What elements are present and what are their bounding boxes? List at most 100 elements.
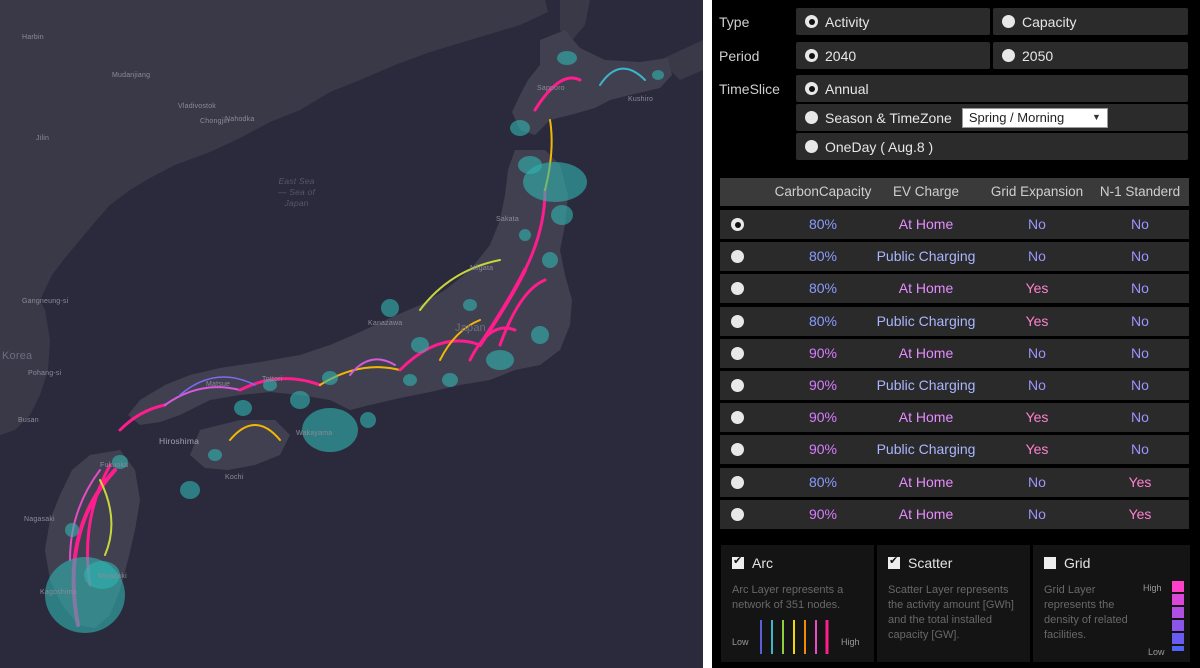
shikoku [190, 420, 290, 470]
scenario-ev-charge: At Home [898, 216, 954, 232]
radio-icon [1002, 49, 1015, 62]
radio-icon [731, 443, 744, 457]
scenario-n1-standard: Yes [1128, 505, 1152, 522]
map-view[interactable]: Harbin Vladivostok Mudanjiang Jilin Chongjin… [0, 0, 703, 668]
grid-layer-toggle[interactable]: Grid [1044, 555, 1090, 571]
scenario-row[interactable]: 90% Public Charging No No [720, 371, 1189, 400]
scenario-n1-standard: No [1131, 344, 1149, 361]
scenario-grid-expansion: No [1028, 344, 1046, 361]
scenario-row[interactable]: 90% At Home No No [720, 338, 1189, 368]
scenario-carbon: 90% [808, 377, 838, 393]
place-label: Vladivostok [178, 103, 216, 110]
place-label: Kochi [225, 474, 244, 481]
checkbox-icon [888, 554, 900, 569]
scenario-row[interactable]: 80% Public Charging Yes No [720, 306, 1189, 336]
divider [703, 0, 712, 668]
type-option-capacity[interactable]: Capacity [993, 8, 1188, 35]
scenario-n1-standard: No [1131, 248, 1149, 265]
scenario-row[interactable]: 80% At Home Yes No [720, 274, 1189, 304]
scatter-layer-panel: Scatter Scatter Layer represents the act… [877, 545, 1030, 662]
radio-icon [731, 411, 744, 425]
scenario-ev-charge: At Home [898, 344, 954, 361]
checkbox-icon [732, 554, 744, 569]
place-label: Nahodka [225, 116, 255, 123]
checkbox-icon [1044, 557, 1056, 569]
place-label: Miyazaki [98, 573, 127, 580]
radio-icon [805, 140, 818, 153]
scenario-ev-charge: Public Charging [876, 377, 976, 393]
scatter-layer-toggle[interactable]: Scatter [888, 554, 952, 571]
scenario-grid-expansion: No [1028, 473, 1046, 490]
scenario-row[interactable]: 90% Public Charging Yes No [720, 435, 1189, 465]
place-label: Fukuoka [100, 462, 129, 469]
map-canvas [0, 0, 703, 633]
scenario-carbon: 90% [808, 505, 838, 522]
type-label: Type [719, 14, 750, 30]
type-option-activity[interactable]: Activity [796, 8, 990, 35]
place-label: Sakata [496, 216, 519, 223]
radio-icon [805, 82, 818, 95]
place-label: Hiroshima [159, 436, 200, 446]
radio-icon [731, 507, 744, 521]
place-label: Kushiro [628, 96, 654, 103]
scenario-ev-charge: Public Charging [876, 312, 976, 329]
scenario-carbon: 80% [808, 248, 838, 265]
scenario-table: CarbonCapacity EV Charge Grid Expansion … [720, 178, 1189, 529]
place-label: Japan [455, 322, 486, 334]
scenario-n1-standard: No [1131, 409, 1149, 426]
scenario-n1-standard: No [1131, 441, 1149, 458]
scenario-grid-expansion: No [1028, 216, 1046, 232]
timeslice-label: TimeSlice [719, 81, 780, 97]
grid-legend-high: High [1143, 583, 1162, 593]
scenario-grid-expansion: Yes [1025, 409, 1049, 426]
radio-icon [731, 314, 744, 328]
arc-legend-high: High [841, 637, 860, 647]
place-label: Niigata [470, 265, 494, 272]
scenario-grid-expansion: Yes [1025, 280, 1049, 297]
timeslice-option-season[interactable]: Season & TimeZone Spring / Morning ▼ [796, 104, 1188, 131]
hokkaido [512, 30, 672, 135]
scenario-carbon: 80% [808, 473, 838, 490]
place-label: Sapporo [537, 85, 565, 92]
period-option-2040[interactable]: 2040 [796, 42, 990, 69]
arc-layer-toggle[interactable]: Arc [732, 554, 773, 571]
scenario-row[interactable]: 90% At Home No Yes [720, 499, 1189, 529]
place-label: Nagasaki [24, 516, 55, 523]
scenario-ev-charge: At Home [898, 473, 954, 490]
scenario-ev-charge: At Home [898, 409, 954, 426]
scenario-grid-expansion: Yes [1025, 441, 1049, 458]
arc-color-legend [760, 620, 829, 654]
scenario-grid-expansion: Yes [1025, 312, 1049, 329]
scenario-row[interactable]: 90% At Home Yes No [720, 403, 1189, 433]
grid-legend-low: Low [1148, 647, 1165, 657]
header-n1-standard: N-1 Standerd [1099, 184, 1181, 199]
scenario-ev-charge: Public Charging [876, 248, 976, 265]
scenario-grid-expansion: No [1028, 248, 1046, 265]
place-label: Pohang-si [28, 370, 62, 377]
scenario-row[interactable]: 80% At Home No No [720, 210, 1189, 239]
scenario-carbon: 80% [808, 216, 838, 232]
scatter-layer-description: Scatter Layer represents the activity am… [888, 584, 1014, 641]
scenario-ev-charge: Public Charging [876, 441, 976, 458]
place-label: Korea [2, 350, 33, 362]
radio-icon [731, 250, 744, 264]
place-label: Gangneung-si [22, 298, 69, 305]
radio-icon [805, 111, 818, 124]
dropdown-arrow-icon: ▼ [1091, 111, 1101, 122]
scenario-carbon: 80% [808, 312, 838, 329]
timeslice-option-oneday[interactable]: OneDay ( Aug.8 ) [796, 133, 1188, 160]
scenario-row[interactable]: 80% At Home No Yes [720, 467, 1189, 497]
control-panel: Type Period TimeSlice Activity Capacity … [712, 0, 1200, 668]
place-label: Kanazawa [368, 320, 403, 327]
scenario-n1-standard: No [1131, 216, 1149, 232]
scenario-row[interactable]: 80% Public Charging No No [720, 242, 1189, 272]
period-option-2050[interactable]: 2050 [993, 42, 1188, 69]
timeslice-option-annual[interactable]: Annual [796, 75, 1188, 102]
arc-layer-description: Arc Layer represents a network of 351 no… [732, 584, 844, 611]
season-timezone-select[interactable]: Spring / Morning ▼ [961, 107, 1108, 128]
scenario-carbon: 90% [808, 409, 838, 426]
scenario-ev-charge: At Home [898, 505, 954, 522]
header-carbon-capacity: CarbonCapacity [774, 184, 872, 199]
scenario-grid-expansion: No [1028, 505, 1046, 522]
scenario-ev-charge: At Home [898, 280, 954, 297]
